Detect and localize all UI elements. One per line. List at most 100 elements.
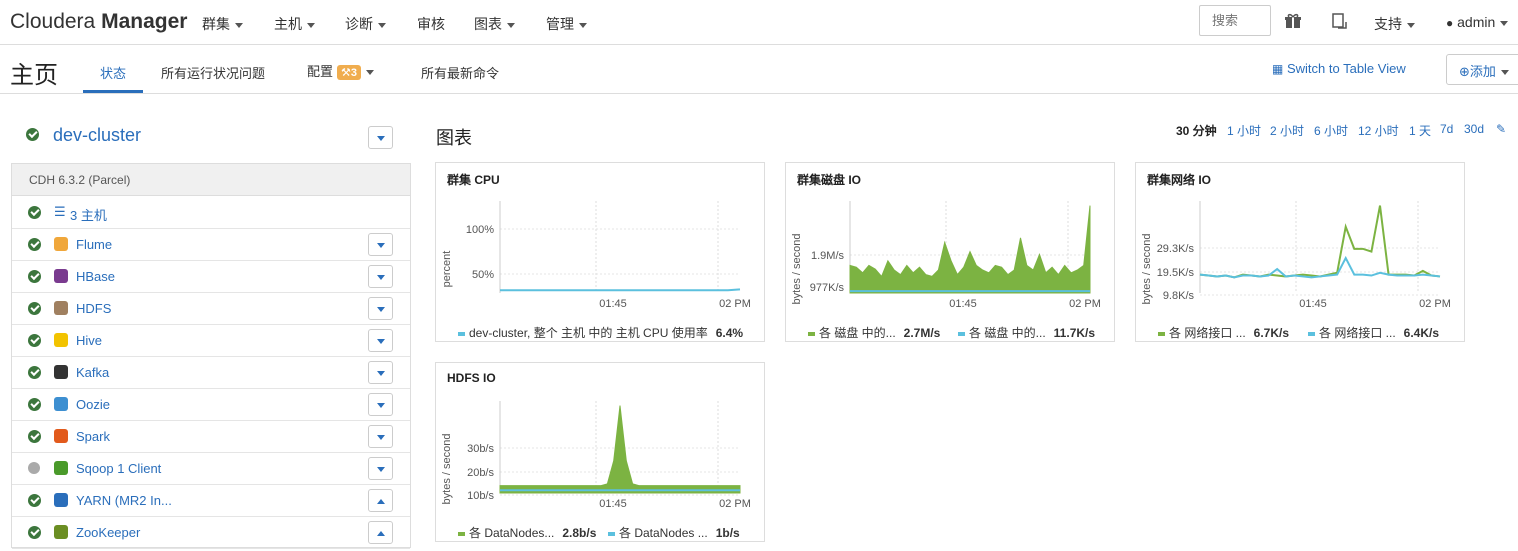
service-actions-dropdown[interactable] (368, 457, 393, 480)
service-actions-dropdown[interactable] (368, 521, 393, 544)
service-link[interactable]: YARN (MR2 In... (76, 493, 172, 508)
active-tab-indicator (83, 90, 143, 93)
service-icon (54, 525, 68, 539)
search-input[interactable] (1199, 5, 1271, 36)
nav-diagnostics-label: 诊断 (345, 16, 373, 32)
chart-panel[interactable]: HDFS IO bytes / second 30b/s 20b/s 10b/s 01:4… (435, 362, 765, 542)
nav-charts-label: 图表 (474, 16, 502, 32)
tab-health-issues[interactable]: 所有运行状况问题 (161, 63, 265, 82)
status-ok-icon (28, 494, 41, 507)
service-row: Hive (12, 325, 410, 357)
nav-user[interactable]: ● admin (1446, 14, 1509, 30)
status-unknown-icon (28, 462, 40, 474)
status-ok-icon (28, 334, 41, 347)
legend-swatch (808, 331, 815, 336)
edit-range-icon[interactable]: ✎ (1496, 122, 1506, 136)
service-row: HDFS (12, 293, 410, 325)
nav-diagnostics[interactable]: 诊断 (345, 14, 386, 34)
service-icon (54, 301, 68, 315)
time-range-option[interactable]: 1 天 (1409, 122, 1431, 139)
service-actions-dropdown[interactable] (368, 425, 393, 448)
legend-label: 各 网络接口 ... (1169, 326, 1246, 340)
service-link[interactable]: Hive (76, 333, 102, 348)
nav-admin[interactable]: 管理 (546, 14, 587, 34)
y-axis-label: bytes / second (441, 434, 453, 505)
service-link[interactable]: HDFS (76, 301, 111, 316)
time-range-option[interactable]: 12 小时 (1358, 122, 1399, 139)
nav-charts[interactable]: 图表 (474, 14, 515, 34)
tasks-icon[interactable] (1331, 13, 1347, 29)
legend-label: 各 DataNodes ... (619, 526, 708, 540)
nav-hosts[interactable]: 主机 (274, 14, 315, 34)
tab-configuration[interactable]: 配置 ⚒3 (307, 61, 375, 80)
chevron-down-icon (307, 22, 315, 28)
nav-audit[interactable]: 审核 (417, 14, 445, 34)
switch-table-view-link[interactable]: ▦ Switch to Table View (1272, 61, 1406, 76)
config-issues-badge: ⚒3 (337, 65, 362, 80)
service-link[interactable]: Spark (76, 429, 110, 444)
hosts-link[interactable]: 3 主机 (70, 205, 107, 224)
chart-title: HDFS IO (447, 371, 496, 385)
service-link[interactable]: Oozie (76, 397, 110, 412)
legend-swatch (1158, 331, 1165, 336)
service-actions-dropdown[interactable] (368, 393, 393, 416)
legend-value: 6.7K/s (1253, 326, 1290, 340)
x-tick-label: 01:45 (599, 298, 627, 310)
y-tick-label: 977K/s (810, 282, 845, 294)
brand-logo[interactable]: Cloudera Manager (10, 10, 187, 34)
service-row: Kafka (12, 357, 410, 389)
service-actions-dropdown[interactable] (368, 265, 393, 288)
service-link[interactable]: Kafka (76, 365, 109, 380)
legend-swatch (1308, 331, 1315, 336)
time-range-option[interactable]: 2 小时 (1270, 122, 1304, 139)
chart-title: 群集磁盘 IO (797, 173, 862, 187)
service-actions-dropdown[interactable] (368, 297, 393, 320)
x-tick-label: 02 PM (719, 498, 751, 510)
x-tick-label: 01:45 (599, 498, 627, 510)
chevron-down-icon (235, 22, 243, 28)
time-range-option[interactable]: 30 分钟 (1176, 122, 1217, 139)
service-link[interactable]: HBase (76, 269, 115, 284)
legend-swatch (608, 531, 615, 536)
time-range-option[interactable]: 6 小时 (1314, 122, 1348, 139)
legend-label: 各 磁盘 中的... (819, 326, 896, 340)
chart-panel[interactable]: 群集磁盘 IO bytes / second 1.9M/s 977K/s 01:45 02… (785, 162, 1115, 342)
legend-value: 11.7K/s (1053, 326, 1096, 340)
tab-status[interactable]: 状态 (100, 63, 126, 82)
add-button[interactable]: ⊕添加 (1446, 54, 1518, 85)
service-actions-dropdown[interactable] (368, 361, 393, 384)
service-row: Sqoop 1 Client (12, 453, 410, 485)
chart-panel[interactable]: 群集网络 IO bytes / second 29.3K/s 19.5K/s 9.8K/… (1135, 162, 1465, 342)
tab-recent-commands[interactable]: 所有最新命令 (421, 63, 499, 82)
service-icon (54, 365, 68, 379)
time-range-option[interactable]: 1 小时 (1227, 122, 1261, 139)
service-link[interactable]: Flume (76, 237, 112, 252)
service-actions-dropdown[interactable] (368, 329, 393, 352)
cluster-actions-dropdown[interactable] (368, 126, 393, 149)
time-range-option[interactable]: 7d (1440, 122, 1453, 136)
hosts-row: ☰ 3 主机 (12, 197, 410, 229)
cluster-name-link[interactable]: dev-cluster (53, 125, 141, 146)
service-link[interactable]: Sqoop 1 Client (76, 461, 161, 476)
service-actions-dropdown[interactable] (368, 489, 393, 512)
chevron-down-icon (579, 22, 587, 28)
page-title: 主页 (10, 62, 58, 89)
legend-value: 6.4% (715, 326, 744, 340)
service-actions-dropdown[interactable] (368, 233, 393, 256)
status-ok-icon (28, 270, 41, 283)
y-tick-label: 10b/s (467, 490, 494, 502)
service-icon (54, 333, 68, 347)
service-link[interactable]: ZooKeeper (76, 525, 140, 540)
y-tick-label: 19.5K/s (1157, 267, 1195, 279)
time-range-option[interactable]: 30d (1464, 122, 1484, 136)
chart-panel[interactable]: 群集 CPU percent 100% 50% 01:45 02 PM dev-cluste… (435, 162, 765, 342)
x-tick-label: 01:45 (949, 298, 977, 310)
status-ok-icon (28, 398, 41, 411)
gift-icon[interactable] (1285, 13, 1301, 29)
nav-support[interactable]: 支持 (1374, 14, 1415, 34)
nav-clusters[interactable]: 群集 (202, 14, 243, 34)
chevron-down-icon (507, 22, 515, 28)
config-issues-count: 3 (350, 67, 358, 79)
top-navbar: Cloudera Manager 群集 主机 诊断 审核 图表 管理 支持 ● … (0, 0, 1518, 45)
y-tick-label: 100% (466, 224, 494, 236)
